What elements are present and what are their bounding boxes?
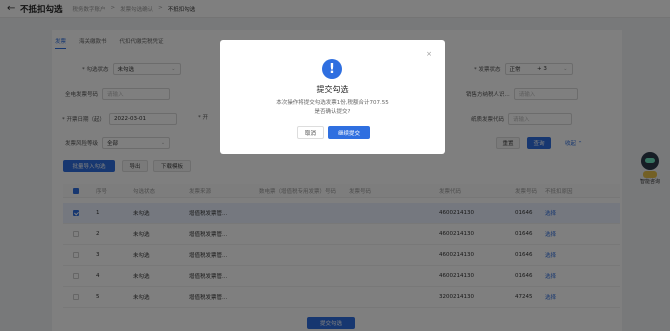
submit-confirm-dialog: × ! 提交勾选 本次操作将提交勾选发票1份,税额合计707.55 是否确认提交… bbox=[220, 40, 445, 154]
dialog-message: 本次操作将提交勾选发票1份,税额合计707.55 bbox=[276, 100, 389, 106]
close-icon[interactable]: × bbox=[426, 50, 432, 58]
dialog-title: 提交勾选 bbox=[316, 85, 349, 94]
cancel-button[interactable]: 取消 bbox=[297, 126, 324, 139]
continue-submit-button[interactable]: 继续提交 bbox=[328, 126, 370, 139]
exclamation-icon: ! bbox=[322, 59, 342, 79]
dialog-question: 是否确认提交? bbox=[314, 109, 351, 115]
